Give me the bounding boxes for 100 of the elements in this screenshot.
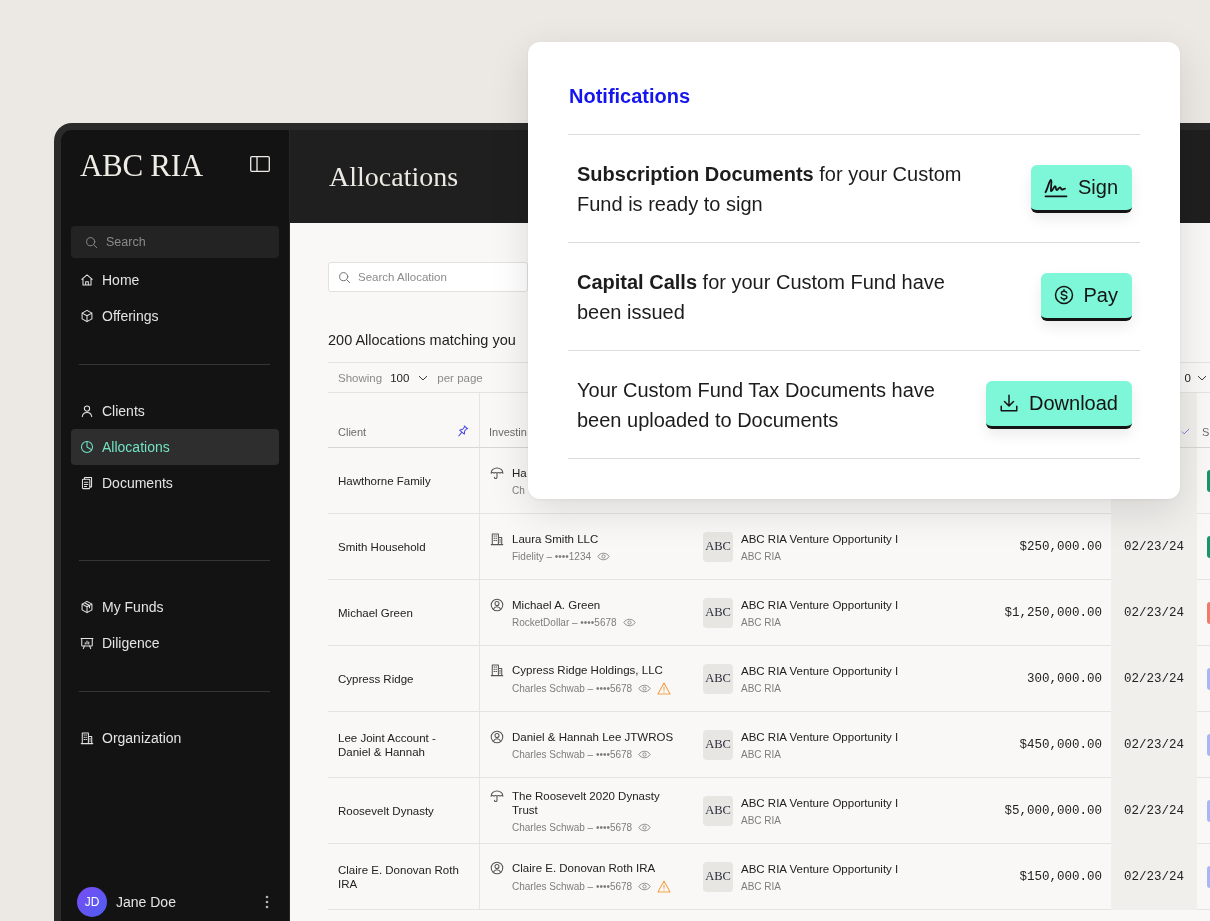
fund-name: ABC RIA Venture Opportunity I <box>741 663 899 678</box>
table-cell: 02/23/24 <box>1111 712 1197 778</box>
client-name: Cypress Ridge <box>338 671 414 686</box>
umbrella-icon <box>490 465 504 480</box>
entity-name: Laura Smith LLC <box>512 531 600 546</box>
entity-name: Claire E. Donovan Roth IRA <box>512 860 657 875</box>
account-label: Ch <box>512 484 525 496</box>
building-icon <box>490 531 504 546</box>
amount: $150,000.00 <box>1019 869 1102 884</box>
eye-icon[interactable] <box>638 822 652 832</box>
page-size-select[interactable]: 100 <box>390 371 430 384</box>
fund-name: ABC RIA Venture Opportunity I <box>741 531 899 546</box>
pie-chart-icon <box>80 440 94 454</box>
eye-icon[interactable] <box>638 749 652 759</box>
entity-name: Cypress Ridge Holdings, LLC <box>512 662 664 677</box>
column-header[interactable]: S <box>1202 426 1210 438</box>
client-name: Smith Household <box>338 539 426 554</box>
logo: ABC RIA <box>80 149 203 181</box>
nav-item[interactable]: Home <box>71 262 279 298</box>
account-label: Charles Schwab – ••••5678 <box>512 682 633 694</box>
eye-icon[interactable] <box>597 551 611 561</box>
fund-manager: ABC RIA <box>741 550 782 562</box>
sidebar-toggle-icon[interactable] <box>250 156 270 172</box>
umbrella-icon <box>490 788 504 803</box>
fund-logo: ABC <box>703 663 733 694</box>
table-cell: 02/23/24 <box>1111 844 1197 910</box>
nav-item[interactable]: Diligence <box>71 625 279 661</box>
person-circle-icon <box>490 860 504 875</box>
presentation-board-icon <box>80 636 94 650</box>
amount: $1,250,000.00 <box>1004 605 1102 620</box>
entity-name: Daniel & Hannah Lee JTWROS <box>512 729 674 744</box>
dollar-circle-icon <box>1053 285 1074 305</box>
documents-icon <box>80 476 94 490</box>
amount: $450,000.00 <box>1019 737 1102 752</box>
per-page-label: per page <box>437 371 483 384</box>
column-header[interactable]: Investin <box>489 426 527 438</box>
user-name: Jane Doe <box>116 894 176 910</box>
fund-name: ABC RIA Venture Opportunity I <box>741 795 899 810</box>
more-icon[interactable] <box>265 895 269 909</box>
pin-icon[interactable] <box>456 425 469 438</box>
search-icon <box>85 235 98 249</box>
nav-item[interactable]: Allocations <box>71 429 279 465</box>
check-icon <box>1181 427 1190 436</box>
fund-logo: ABC <box>703 729 733 760</box>
entity-name: Ha <box>512 465 527 480</box>
table-cell: 02/23/24 <box>1111 580 1197 646</box>
person-icon <box>80 404 94 418</box>
nav-item[interactable]: Organization <box>71 720 279 756</box>
column-header[interactable]: Client <box>338 426 367 438</box>
client-name: Roosevelt Dynasty <box>338 803 434 818</box>
fund-name: ABC RIA Venture Opportunity I <box>741 597 899 612</box>
avatar: JD <box>77 887 107 917</box>
fund-logo: ABC <box>703 861 733 892</box>
building-icon <box>490 662 504 677</box>
fund-name: ABC RIA Venture Opportunity I <box>741 729 899 744</box>
results-summary: 200 Allocations matching you <box>328 331 516 350</box>
account-label: RocketDollar – ••••5678 <box>512 616 617 628</box>
fund-manager: ABC RIA <box>741 748 782 760</box>
client-name: Hawthorne Family <box>338 473 431 488</box>
amount: $5,000,000.00 <box>1004 803 1102 818</box>
home-icon <box>80 273 94 287</box>
table-cell: 02/23/24 <box>1111 514 1197 580</box>
notifications-title: Notifications <box>569 84 691 108</box>
fund-manager: ABC RIA <box>741 880 782 892</box>
fund-logo: ABC <box>703 531 733 562</box>
notification-text: Subscription Documents for your Custom Fund is ready to sign <box>577 161 963 217</box>
page-title: Allocations <box>329 160 459 193</box>
amount: 300,000.00 <box>1027 671 1102 686</box>
person-circle-icon <box>490 597 504 612</box>
action-button[interactable]: Sign <box>1030 164 1132 213</box>
client-name: Claire E. Donovan Roth IRA <box>338 862 460 891</box>
cube-icon <box>80 309 94 323</box>
account-label: Charles Schwab – ••••5678 <box>512 880 633 892</box>
search-field[interactable]: Search <box>71 226 279 258</box>
eye-icon[interactable] <box>622 617 636 627</box>
search-field[interactable]: Search Allocation <box>328 262 528 292</box>
fund-manager: ABC RIA <box>741 814 782 826</box>
search-icon <box>338 270 351 284</box>
package-icon <box>80 600 94 614</box>
entity-name: The Roosevelt 2020 Dynasty Trust <box>512 788 661 817</box>
nav-item[interactable]: Clients <box>71 393 279 429</box>
amount: $250,000.00 <box>1019 539 1102 554</box>
eye-icon[interactable] <box>638 683 652 693</box>
client-name: Michael Green <box>338 605 413 620</box>
entity-name: Michael A. Green <box>512 597 602 612</box>
table-cell: 02/23/24 <box>1111 778 1197 844</box>
action-button[interactable]: Pay <box>1040 272 1132 321</box>
fund-name: ABC RIA Venture Opportunity I <box>741 861 899 876</box>
nav-item[interactable]: Offerings <box>71 298 279 334</box>
client-name: Lee Joint Account - Daniel & Hannah <box>338 730 437 759</box>
eye-icon[interactable] <box>638 881 652 891</box>
nav-item[interactable]: My Funds <box>71 589 279 625</box>
nav-item[interactable]: Documents <box>71 465 279 501</box>
fund-logo: ABC <box>703 597 733 628</box>
action-button[interactable]: Download <box>986 380 1132 429</box>
dropdown[interactable]: 0 <box>1184 371 1210 384</box>
fund-logo: ABC <box>703 795 733 826</box>
building-icon <box>80 731 94 745</box>
fund-manager: ABC RIA <box>741 682 782 694</box>
person-circle-icon <box>490 729 504 744</box>
